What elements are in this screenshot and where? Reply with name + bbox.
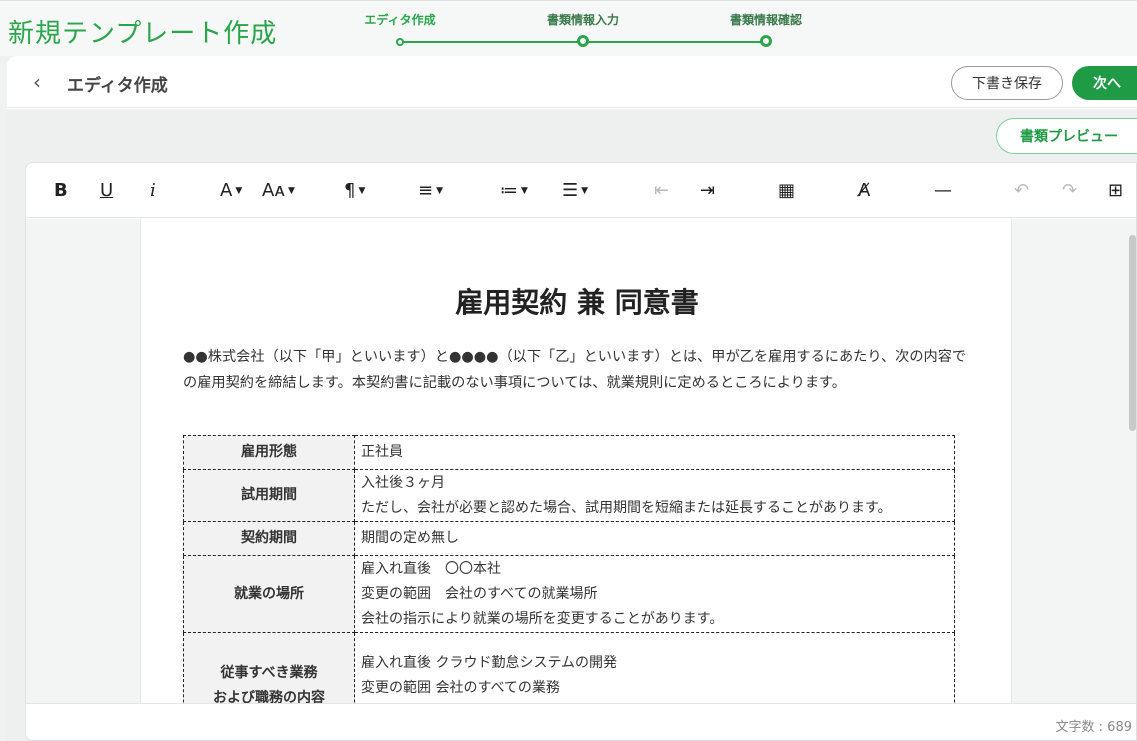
contract-terms-table: 雇用形態 正社員 試用期間 入社後３ヶ月ただし、会社が必要と認めた場合、試用期間を短縮… (183, 435, 955, 703)
step-doc-info-confirm: 書類情報確認 (716, 11, 816, 47)
save-draft-button[interactable]: 下書き保存 (951, 66, 1063, 100)
indent-icon[interactable]: ⇥ (700, 179, 715, 203)
row-value: 入社後３ヶ月ただし、会社が必要と認めた場合、試用期間を短縮または延長することがあ… (354, 469, 955, 522)
chevron-down-icon: ▼ (287, 186, 295, 196)
clear-format-icon[interactable]: A̸ (858, 179, 870, 203)
row-value-line: 変更の範囲 会社のすべての業務 (361, 680, 560, 696)
row-label: 契約期間 (183, 521, 355, 556)
paragraph-glyph: ¶ (344, 180, 356, 201)
ordered-list-icon[interactable]: ≔ ▼ (500, 179, 528, 203)
progress-stepper: エディタ作成 書類情報入力 書類情報確認 (360, 11, 830, 51)
chevron-down-icon: ▼ (581, 186, 589, 196)
step-label: 書類情報入力 (546, 13, 619, 27)
undo-icon[interactable]: ↶ (1014, 179, 1029, 203)
step-dot (760, 35, 772, 47)
character-count: 文字数 : 689 (1055, 720, 1132, 735)
font-size-glyph: Aᴀ (262, 180, 285, 201)
bold-icon[interactable]: B (54, 179, 68, 203)
top-header: 新規テンプレート作成 エディタ作成 書類情報入力 書類情報確認 (0, 0, 1137, 56)
row-value-line: 入社後３ヶ月 (361, 474, 445, 491)
row-value-line: 正社員 (361, 444, 403, 460)
redo-icon[interactable]: ↷ (1062, 179, 1077, 203)
align-glyph: ≡ (418, 180, 434, 201)
page-title: エディタ作成 (67, 76, 168, 96)
align-icon[interactable]: ≡ ▼ (418, 179, 443, 203)
chevron-down-icon: ▼ (235, 186, 243, 196)
row-value: 期間の定め無し (354, 521, 955, 556)
outdent-icon[interactable]: ⇤ (654, 179, 669, 203)
document-page[interactable]: 雇用契約 兼 同意書 ●●株式会社（以下「甲」といいます）と●●●●（以下「乙」… (140, 219, 1012, 703)
card-header: ‹ エディタ作成 下書き保存 次へ (7, 56, 1137, 108)
chevron-down-icon: ▼ (358, 186, 366, 196)
underline-icon[interactable]: U (100, 179, 113, 203)
font-size-icon[interactable]: Aᴀ ▼ (262, 179, 295, 203)
font-color-glyph: A (220, 180, 233, 201)
row-value-line: ただし、会社が必要と認めた場合、試用期間を短縮または延長することがあります。 (361, 499, 892, 516)
table-row: 試用期間 入社後３ヶ月ただし、会社が必要と認めた場合、試用期間を短縮または延長する… (183, 469, 955, 522)
editor-footer: 文字数 : 689 (26, 703, 1136, 740)
ordered-list-glyph: ≔ (500, 180, 518, 201)
row-value-line: 会社の指示により就業の場所を変更することがあります。 (361, 610, 724, 627)
rich-text-editor: B U i A ▼ Aᴀ ▼ ¶ ▼ ≡ ▼ ≔ ▼ ☰ ▼ ⇤ ⇥ ▦ A̸ — ↶ ↷ … (25, 162, 1137, 741)
select-all-icon[interactable]: ⊞ (1108, 179, 1123, 203)
row-value-line: 雇入れ直後 クラウド勤怠システムの開発 (361, 655, 618, 671)
row-label: 雇用形態 (183, 435, 355, 470)
step-label: エディタ作成 (364, 13, 436, 27)
step-doc-info-input: 書類情報入力 (533, 11, 633, 47)
horizontal-rule-icon[interactable]: — (934, 179, 952, 203)
step-label: 書類情報確認 (729, 13, 802, 27)
table-row: 従事すべき業務 および職務の内容 雇入れ直後 クラウド勤怠システムの開発 変更の範囲… (183, 632, 955, 703)
table-row: 就業の場所 雇入れ直後 〇〇本社変更の範囲 会社のすべての就業場所会社の指示により… (183, 555, 955, 633)
document-title: 雇用契約 兼 同意書 (455, 286, 699, 319)
back-chevron-icon[interactable]: ‹ (33, 70, 41, 94)
font-color-icon[interactable]: A ▼ (220, 179, 242, 203)
document-intro: ●●株式会社（以下「甲」といいます）と●●●●（以下「乙」といいます）とは、甲が… (183, 349, 967, 391)
italic-icon[interactable]: i (150, 179, 156, 203)
step-dot (396, 38, 404, 46)
table-row: 契約期間 期間の定め無し (183, 521, 955, 556)
app-title: 新規テンプレート作成 (8, 19, 278, 49)
row-value: 正社員 (354, 435, 955, 470)
chevron-down-icon: ▼ (521, 186, 528, 196)
row-value-line: 雇入れ直後 〇〇本社 (361, 560, 501, 577)
row-value-line: 変更の範囲 会社のすべての就業場所 (361, 585, 598, 602)
bullet-list-glyph: ☰ (562, 180, 579, 201)
vertical-scrollbar[interactable] (1126, 219, 1136, 703)
table-row: 雇用形態 正社員 (183, 435, 955, 470)
row-label: 試用期間 (183, 469, 355, 522)
step-dot (577, 35, 589, 47)
chevron-down-icon: ▼ (436, 186, 444, 196)
next-button[interactable]: 次へ (1072, 66, 1137, 100)
scrollbar-thumb[interactable] (1129, 235, 1136, 431)
bullet-list-icon[interactable]: ☰ ▼ (562, 179, 588, 203)
row-label: 従事すべき業務 および職務の内容 (183, 632, 355, 703)
paragraph-icon[interactable]: ¶ ▼ (344, 179, 365, 203)
editor-scroll-area[interactable]: 雇用契約 兼 同意書 ●●株式会社（以下「甲」といいます）と●●●●（以下「乙」… (26, 219, 1136, 703)
row-label: 就業の場所 (183, 555, 355, 633)
editor-toolbar: B U i A ▼ Aᴀ ▼ ¶ ▼ ≡ ▼ ≔ ▼ ☰ ▼ ⇤ ⇥ ▦ A̸ — ↶ ↷ … (26, 163, 1136, 218)
main-card: ‹ エディタ作成 下書き保存 次へ 書類プレビュー B U i A ▼ Aᴀ ▼ ¶… (7, 56, 1137, 741)
step-editor: エディタ作成 (350, 11, 450, 46)
row-value: 雇入れ直後 〇〇本社変更の範囲 会社のすべての就業場所会社の指示により就業の場所… (354, 555, 955, 633)
row-value-line: 期間の定め無し (361, 530, 459, 546)
row-value: 雇入れ直後 クラウド勤怠システムの開発 変更の範囲 会社のすべての業務 (354, 632, 955, 703)
document-preview-button[interactable]: 書類プレビュー (996, 118, 1137, 154)
table-icon[interactable]: ▦ (778, 179, 795, 203)
